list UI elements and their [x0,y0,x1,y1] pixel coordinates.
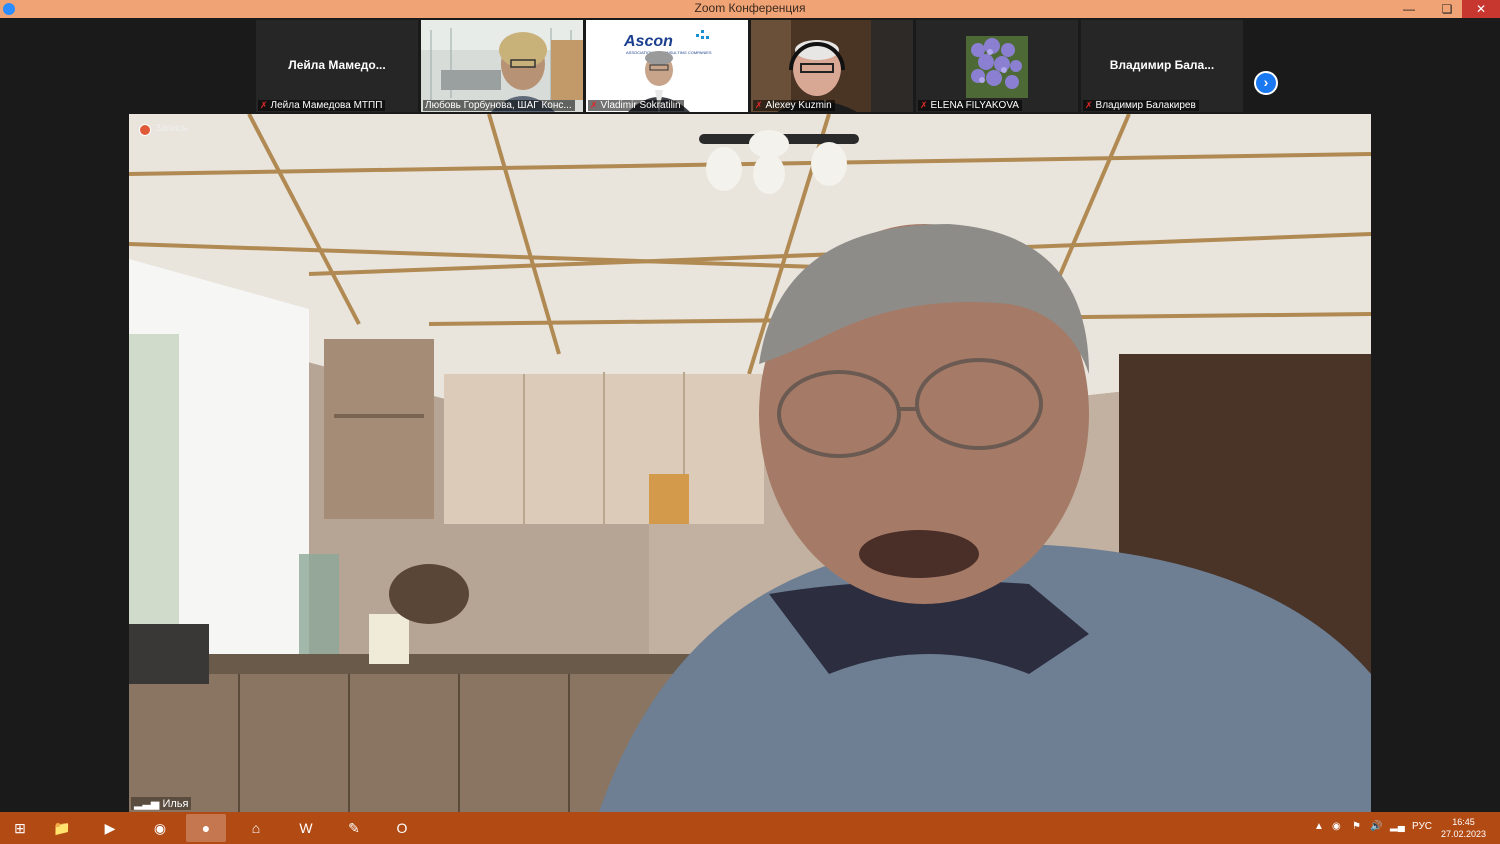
antivirus-icon[interactable]: ◉ [1332,821,1341,832]
participant-tile[interactable]: Лейла Мамедо... ✗ Лейла Мамедова МТПП [256,20,418,112]
windows-start-icon[interactable]: ⊞ [0,814,40,842]
flag-icon[interactable]: ⚑ [1352,821,1361,832]
paint-icon[interactable]: ✎ [334,814,374,842]
windows-taskbar: ⊞ 📁 ▶ ◉ ● ⌂ W ✎ O ▲ ◉ ⚑ 🔊 ▂▄ РУС 16:45 2… [0,812,1500,844]
participant-tile[interactable]: Владимир Бала... ✗ Владимир Балакирев [1081,20,1243,112]
participant-name: Лейла Мамедова МТПП [270,100,383,111]
participant-nameplate: ✗ Лейла Мамедова МТПП [258,100,386,111]
ceiling-lamp [699,130,859,194]
outlook-icon[interactable]: O [382,814,422,842]
participant-video [751,20,913,112]
muted-mic-icon: ✗ [590,100,598,110]
muted-mic-icon: ✗ [920,100,928,110]
participant-name: Alexey Kuzmin [765,100,832,111]
window-titlebar: Zoom Конференция — ❏ ✕ [0,0,1500,18]
recording-label: Запись [155,123,188,134]
participant-tile[interactable]: Любовь Горбунова, ШАГ Конс... [421,20,583,112]
participant-tile[interactable]: ✗ ELENA FILYAKOVA [916,20,1078,112]
participant-display-name: Лейла Мамедо... [288,58,386,72]
chrome-icon[interactable]: ◉ [140,814,180,842]
home-icon[interactable]: ⌂ [236,814,276,842]
speaker-nameplate: ▂▃▅ Илья [131,797,192,810]
muted-mic-icon: ✗ [260,100,268,110]
participant-avatar-image [916,20,1078,112]
participant-nameplate: ✗ Vladimir Sokratilin [588,100,684,111]
participant-nameplate: ✗ Владимир Балакирев [1083,100,1199,111]
participant-name: Владимир Балакирев [1095,100,1196,111]
participant-nameplate: Любовь Горбунова, ШАГ Конс... [423,100,575,111]
participant-tile[interactable]: ✗ Alexey Kuzmin [751,20,913,112]
close-icon[interactable]: ✕ [1462,0,1500,18]
participant-video: Ascon ASSOCIATION OF CONSULTING COMPANIE… [586,20,748,112]
participant-name: Vladimir Sokratilin [600,100,681,111]
clock-date: 27.02.2023 [1440,829,1486,839]
chevron-right-icon[interactable]: › [1254,71,1278,95]
participant-name: Любовь Горбунова, ШАГ Конс... [425,100,572,111]
signal-strength-icon: ▂▃▅ [134,798,160,810]
participant-name: ELENA FILYAKOVA [930,100,1019,111]
media-player-icon[interactable]: ▶ [90,814,130,842]
participant-gallery: Лейла Мамедо... ✗ Лейла Мамедова МТПП Люб… [0,18,1500,114]
participant-video [421,20,583,112]
speaker-video-frame [129,114,1371,812]
clock[interactable]: 16:45 27.02.2023 [1441,816,1486,840]
zoom-taskbar-icon[interactable]: ● [186,814,226,842]
word-icon[interactable]: W [286,814,326,842]
language-indicator[interactable]: РУС [1412,821,1432,832]
active-speaker-video: Запись ▂▃▅ Илья [129,114,1371,812]
participant-display-name: Владимир Бала... [1109,58,1215,72]
participant-nameplate: ✗ Alexey Kuzmin [753,100,835,111]
file-explorer-icon[interactable]: 📁 [42,814,82,842]
minimize-icon[interactable]: — [1394,0,1424,18]
network-icon[interactable]: ▂▄ [1390,821,1405,832]
clock-time: 16:45 [1452,817,1475,827]
tray-chevron-icon[interactable]: ▲ [1314,821,1324,832]
speaker-name: Илья [162,798,189,810]
recording-icon [139,124,151,136]
ascon-logo: Ascon [623,33,673,50]
window-title: Zoom Конференция [694,1,806,15]
muted-mic-icon: ✗ [755,100,763,110]
participant-tile[interactable]: Ascon ASSOCIATION OF CONSULTING COMPANIE… [586,20,748,112]
muted-mic-icon: ✗ [1085,100,1093,110]
participant-nameplate: ✗ ELENA FILYAKOVA [918,100,1022,111]
restore-icon[interactable]: ❏ [1432,0,1462,18]
volume-icon[interactable]: 🔊 [1370,821,1382,832]
